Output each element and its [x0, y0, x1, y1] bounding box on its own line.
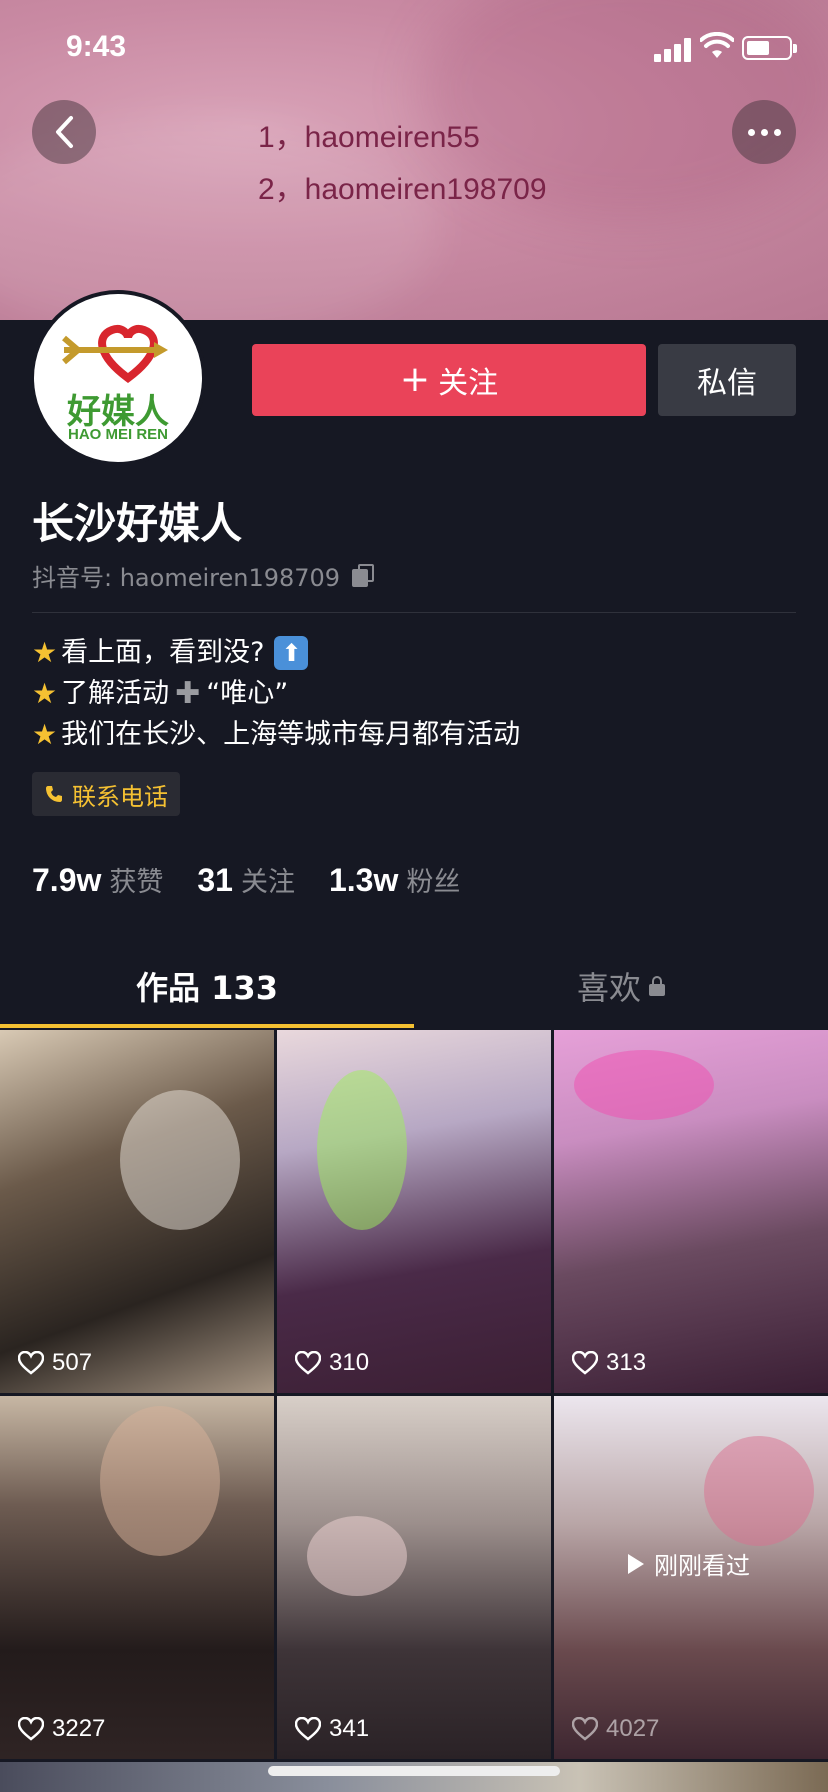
bio-line-1: 看上面，看到没? [61, 637, 265, 668]
heart-icon [295, 1351, 321, 1375]
wifi-icon [700, 32, 734, 58]
battery-icon [742, 36, 797, 60]
stat-likes-label: 获赞 [109, 867, 164, 898]
more-button[interactable] [732, 100, 796, 164]
stat-followers-label: 粉丝 [406, 867, 461, 898]
bio-line-2-suffix: “唯心” [206, 678, 289, 709]
video-likes: 507 [18, 1349, 92, 1377]
copy-icon[interactable] [352, 563, 376, 588]
avatar[interactable]: 好媒人 HAO MEI REN [30, 290, 206, 466]
video-thumbnail[interactable]: 刚刚看过 4027 [554, 1396, 828, 1759]
star-icon: ★ [32, 677, 58, 710]
video-likes-count: 507 [52, 1349, 93, 1376]
heart-icon [295, 1717, 321, 1741]
recently-watched-badge: 刚刚看过 [628, 1546, 750, 1581]
divider [32, 612, 796, 613]
contact-phone-button[interactable]: 联系电话 [32, 772, 180, 816]
tab-likes-label: 喜欢 [576, 969, 641, 1007]
stat-likes[interactable]: 7.9w 获赞 [32, 860, 163, 899]
status-time: 9:43 [66, 30, 127, 63]
star-icon: ★ [32, 718, 58, 751]
video-thumbnail[interactable]: 310 [277, 1030, 551, 1393]
heart-icon [572, 1717, 598, 1741]
tab-works-label: 作品 133 [136, 969, 278, 1007]
logo-subtext: HAO MEI REN [67, 426, 168, 443]
back-button[interactable] [32, 100, 96, 164]
play-icon [628, 1553, 644, 1574]
banner-text: 1，haomeiren55 2，haomeiren198709 [258, 112, 547, 216]
star-icon: ★ [32, 636, 58, 669]
tab-likes[interactable]: 喜欢 [414, 944, 828, 1028]
plus-icon: + [399, 359, 431, 400]
phone-icon [46, 786, 62, 802]
signal-icon [654, 36, 694, 62]
lock-icon [649, 976, 665, 996]
video-grid: 507 310 313 3227 341 刚刚看过 4027 [0, 1030, 828, 1759]
profile-bio: ★ 看上面，看到没? ⬆ ★ 了解活动 ✚ “唯心” ★ 我们在长沙、上海等城市… [32, 632, 520, 755]
stat-following-num: 31 [197, 862, 233, 898]
video-likes-count: 3227 [52, 1715, 106, 1742]
message-label: 私信 [697, 366, 757, 401]
stat-likes-num: 7.9w [32, 862, 102, 898]
video-likes-count: 313 [606, 1349, 647, 1376]
banner-line-2: 2，haomeiren198709 [258, 173, 547, 206]
up-arrow-icon: ⬆ [274, 635, 309, 670]
douyin-id-row: 抖音号: haomeiren198709 [32, 558, 376, 593]
video-likes: 3227 [18, 1715, 105, 1743]
tab-works[interactable]: 作品 133 [0, 944, 414, 1028]
video-likes: 310 [295, 1349, 369, 1377]
video-thumbnail[interactable]: 3227 [0, 1396, 274, 1759]
video-likes-count: 310 [329, 1349, 370, 1376]
banner-line-1: 1，haomeiren55 [258, 121, 480, 154]
profile-name: 长沙好媒人 [32, 499, 243, 548]
follow-button[interactable]: + 关注 [252, 344, 646, 416]
tab-active-indicator [0, 1024, 414, 1028]
heart-icon [18, 1717, 44, 1741]
message-button[interactable]: 私信 [658, 344, 796, 416]
contact-label: 联系电话 [72, 782, 168, 811]
stat-followers-num: 1.3w [328, 862, 399, 898]
stats-row: 7.9w 获赞 31 关注 1.3w 粉丝 [32, 860, 460, 899]
plus-sign-icon: ✚ [175, 676, 201, 711]
video-likes: 341 [295, 1715, 369, 1743]
bio-line-3: 我们在长沙、上海等城市每月都有活动 [61, 719, 521, 750]
stat-following[interactable]: 31 关注 [197, 860, 295, 899]
recently-watched-label: 刚刚看过 [654, 1552, 750, 1580]
video-likes-count: 4027 [606, 1715, 660, 1742]
video-likes: 313 [572, 1349, 646, 1377]
stat-following-label: 关注 [240, 867, 295, 898]
video-likes-count: 341 [329, 1715, 370, 1742]
profile-tabs: 作品 133 喜欢 [0, 944, 828, 1028]
douyin-id: 抖音号: haomeiren198709 [32, 564, 341, 592]
video-thumbnail[interactable]: 341 [277, 1396, 551, 1759]
bio-line-2: 了解活动 [61, 678, 170, 709]
video-thumbnail[interactable]: 507 [0, 1030, 274, 1393]
video-likes: 4027 [572, 1715, 659, 1743]
stat-followers[interactable]: 1.3w 粉丝 [329, 860, 460, 899]
home-indicator[interactable] [268, 1766, 560, 1776]
heart-icon [572, 1351, 598, 1375]
status-bar: 9:43 [0, 0, 828, 100]
heart-icon [18, 1351, 44, 1375]
chevron-left-icon [56, 116, 73, 148]
logo-heart-arrow-icon [62, 325, 168, 383]
more-icon [747, 128, 781, 136]
video-thumbnail[interactable]: 313 [554, 1030, 828, 1393]
follow-label: 关注 [438, 366, 499, 401]
